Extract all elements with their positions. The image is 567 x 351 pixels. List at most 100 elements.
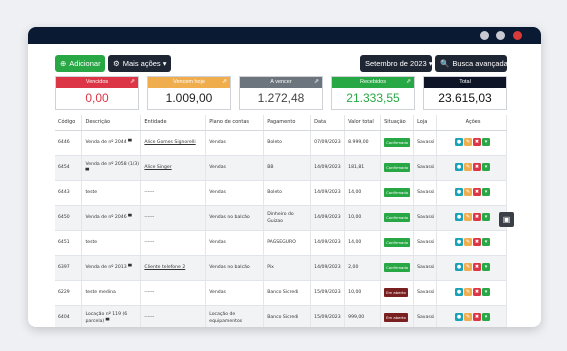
- more-dropdown-button[interactable]: ▾: [482, 188, 491, 197]
- caret-down-icon: ▾: [428, 59, 433, 68]
- column-header: Ações: [436, 115, 507, 131]
- entity-link[interactable]: Alice Singer: [144, 165, 171, 170]
- more-actions-button[interactable]: ⚙ Mais ações ▾: [108, 55, 171, 72]
- delete-button[interactable]: ✖: [473, 288, 482, 297]
- view-button[interactable]: ●: [455, 163, 464, 172]
- column-header[interactable]: Data: [310, 115, 346, 131]
- column-header[interactable]: Plano de contas: [205, 115, 265, 131]
- more-dropdown-button[interactable]: ▾: [482, 263, 491, 272]
- table-row[interactable]: 6451 teste ------ Vendas PAGSEGURO 14/09…: [55, 230, 507, 256]
- delete-button[interactable]: ✖: [473, 263, 482, 272]
- more-dropdown-button[interactable]: ▾: [482, 138, 491, 147]
- view-button[interactable]: ●: [455, 288, 464, 297]
- toolbar: ⊕ Adicionar ⚙ Mais ações ▾ Setembro de 202…: [55, 55, 508, 73]
- delete-button[interactable]: ✖: [473, 213, 482, 222]
- more-dropdown-button[interactable]: ▾: [482, 238, 491, 247]
- column-header[interactable]: Loja: [413, 115, 438, 131]
- delete-button[interactable]: ✖: [473, 163, 482, 172]
- cart-icon: ▀: [105, 318, 110, 324]
- more-dropdown-button[interactable]: ▾: [482, 288, 491, 297]
- cell-codigo: 6404: [55, 305, 83, 327]
- card-total[interactable]: Total 23.615,03: [423, 76, 507, 110]
- cell-descricao: Venda de nº 2013 ▀: [81, 255, 142, 281]
- table-row[interactable]: 6404 Locação nº 119 (6 parcela) ▀ ------…: [55, 305, 507, 327]
- status-badge: Confirmado: [384, 213, 411, 222]
- column-header[interactable]: Pagamento: [263, 115, 312, 131]
- floating-popup-button[interactable]: ▣: [499, 212, 514, 227]
- table-row[interactable]: 6229 teste medina ------ Vendas Banco Si…: [55, 280, 507, 306]
- table-row[interactable]: 6450 Venda de nº 2046 ▀ ------ Vendas no…: [55, 205, 507, 231]
- card-header: Vencidos ⇗: [56, 77, 138, 88]
- cell-data: 07/09/2023: [310, 130, 346, 156]
- cell-plano: Vendas: [205, 280, 265, 306]
- table-row[interactable]: 6454 Venda de nº 2058 (1/3) ▀ Alice Sing…: [55, 155, 507, 181]
- table-row[interactable]: 6397 Venda de nº 2013 ▀ Cliente telefone…: [55, 255, 507, 281]
- table-row[interactable]: 6446 Venda de nº 2044 ▀ Alice Gomes Sign…: [55, 130, 507, 156]
- delete-button[interactable]: ✖: [473, 138, 482, 147]
- edit-button[interactable]: ✎: [464, 188, 473, 197]
- edit-button[interactable]: ✎: [464, 213, 473, 222]
- window-dot-1[interactable]: [480, 31, 489, 40]
- delete-button[interactable]: ✖: [473, 238, 482, 247]
- cell-entidade[interactable]: Cliente telefone 2: [140, 255, 207, 281]
- period-select-button[interactable]: Setembro de 2023 ▾: [360, 55, 433, 72]
- view-button[interactable]: ●: [455, 188, 464, 197]
- external-link-icon[interactable]: ⇗: [314, 77, 319, 88]
- status-badge: Em aberto: [384, 288, 408, 297]
- table-row[interactable]: 6443 teste ------ Vendas Boleto 14/09/20…: [55, 180, 507, 206]
- column-header[interactable]: Situação: [380, 115, 415, 131]
- cell-entidade[interactable]: Alice Singer: [140, 155, 207, 181]
- cell-pagamento: BB: [263, 155, 312, 181]
- column-header[interactable]: Entidade: [140, 115, 207, 131]
- cell-entidade: ------: [140, 305, 207, 327]
- column-header[interactable]: Valor total: [344, 115, 382, 131]
- delete-button[interactable]: ✖: [473, 188, 482, 197]
- column-header[interactable]: Descrição: [81, 115, 142, 131]
- entity-link[interactable]: Cliente telefone 2: [144, 265, 185, 270]
- cell-acoes: ● ✎ ✖ ▾: [436, 180, 507, 206]
- edit-button[interactable]: ✎: [464, 238, 473, 247]
- column-header[interactable]: Código: [55, 115, 83, 131]
- cell-situacao: Confirmado: [380, 130, 415, 156]
- view-button[interactable]: ●: [455, 263, 464, 272]
- external-link-icon[interactable]: ⇗: [130, 77, 135, 88]
- edit-button[interactable]: ✎: [464, 288, 473, 297]
- card-title: Vencem hoje: [173, 79, 205, 85]
- edit-button[interactable]: ✎: [464, 163, 473, 172]
- card-vencidos[interactable]: Vencidos ⇗ 0,00: [55, 76, 139, 110]
- view-button[interactable]: ●: [455, 238, 464, 247]
- cell-codigo: 6451: [55, 230, 83, 256]
- more-dropdown-button[interactable]: ▾: [482, 313, 491, 322]
- edit-button[interactable]: ✎: [464, 263, 473, 272]
- cell-situacao: Confirmado: [380, 230, 415, 256]
- window-dot-2[interactable]: [496, 31, 505, 40]
- external-link-icon[interactable]: ⇗: [222, 77, 227, 88]
- cell-acoes: ● ✎ ✖ ▾: [436, 280, 507, 306]
- cell-loja: Savassi: [413, 130, 438, 156]
- more-dropdown-button[interactable]: ▾: [482, 213, 491, 222]
- entity-link[interactable]: Alice Gomes Signorelli: [144, 140, 195, 145]
- add-button[interactable]: ⊕ Adicionar: [55, 55, 105, 72]
- edit-button[interactable]: ✎: [464, 313, 473, 322]
- cell-loja: Savassi: [413, 180, 438, 206]
- card-recebidos[interactable]: Recebidos ⇗ 21.333,55: [331, 76, 415, 110]
- cell-pagamento: Banco Sicredi: [263, 280, 312, 306]
- card-header: Vencem hoje ⇗: [148, 77, 230, 88]
- edit-button[interactable]: ✎: [464, 138, 473, 147]
- card-vencem-hoje[interactable]: Vencem hoje ⇗ 1.009,00: [147, 76, 231, 110]
- cell-plano: Vendas: [205, 230, 265, 256]
- card-a-vencer[interactable]: A vencer ⇗ 1.272,48: [239, 76, 323, 110]
- view-button[interactable]: ●: [455, 313, 464, 322]
- window-close-dot[interactable]: [513, 31, 522, 40]
- view-button[interactable]: ●: [455, 138, 464, 147]
- cell-acoes: ● ✎ ✖ ▾: [436, 255, 507, 281]
- cell-data: 14/09/2023: [310, 230, 346, 256]
- external-link-icon[interactable]: ⇗: [406, 77, 411, 88]
- delete-button[interactable]: ✖: [473, 313, 482, 322]
- view-button[interactable]: ●: [455, 213, 464, 222]
- more-dropdown-button[interactable]: ▾: [482, 163, 491, 172]
- advanced-search-button[interactable]: 🔍 Busca avançada: [435, 55, 508, 72]
- cell-entidade[interactable]: Alice Gomes Signorelli: [140, 130, 207, 156]
- cell-plano: Vendas: [205, 130, 265, 156]
- status-badge: Em aberto: [384, 313, 408, 322]
